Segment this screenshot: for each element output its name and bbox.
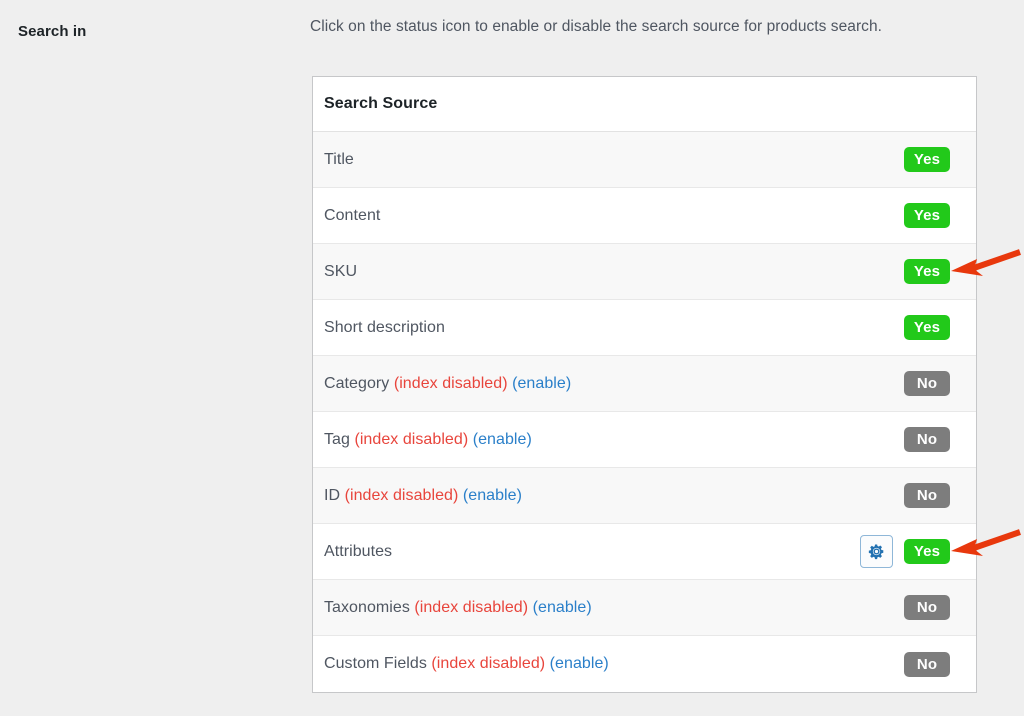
index-disabled-note: (index disabled)	[393, 374, 508, 392]
status-badge[interactable]: Yes	[904, 259, 950, 284]
row-actions: Yes	[904, 315, 976, 340]
search-source-name: Content	[313, 207, 904, 225]
source-label-text: SKU	[324, 262, 358, 280]
table-row: ID (index disabled) (enable) No	[313, 468, 976, 524]
column-header-search-source: Search Source	[324, 95, 438, 112]
source-label-text: Taxonomies	[324, 598, 410, 616]
row-actions: Yes	[860, 535, 976, 568]
table-row: Short description Yes	[313, 300, 976, 356]
table-header-row: Search Source	[313, 77, 976, 132]
table-row: Custom Fields (index disabled) (enable) N…	[313, 636, 976, 692]
status-badge[interactable]: No	[904, 651, 950, 677]
search-source-name: Category (index disabled) (enable)	[313, 375, 904, 393]
status-badge[interactable]: No	[904, 427, 950, 452]
status-badge[interactable]: No	[904, 483, 950, 508]
search-source-name: Taxonomies (index disabled) (enable)	[313, 599, 904, 617]
source-label-text: Tag	[324, 430, 350, 448]
enable-index-link[interactable]: (enable)	[512, 375, 571, 392]
source-label-text: Attributes	[324, 542, 393, 560]
status-badge[interactable]: Yes	[904, 315, 950, 340]
status-badge[interactable]: No	[904, 595, 950, 620]
index-disabled-note: (index disabled)	[344, 486, 459, 504]
row-actions: No	[904, 595, 976, 620]
row-actions: No	[904, 483, 976, 508]
row-actions: Yes	[904, 203, 976, 228]
index-disabled-note: (index disabled)	[414, 598, 529, 616]
source-label-text: Custom Fields	[324, 655, 427, 672]
source-label-text: Short description	[324, 318, 445, 336]
search-source-name: Attributes	[313, 543, 860, 561]
source-label-text: Content	[324, 206, 381, 224]
table-row: Tag (index disabled) (enable) No	[313, 412, 976, 468]
status-badge[interactable]: Yes	[904, 539, 950, 564]
row-actions: Yes	[904, 259, 976, 284]
table-row: Taxonomies (index disabled) (enable) No	[313, 580, 976, 636]
status-badge[interactable]: Yes	[904, 203, 950, 228]
row-actions: Yes	[904, 147, 976, 172]
source-label-text: Title	[324, 150, 354, 168]
search-source-name: Title	[313, 151, 904, 169]
section-description: Click on the status icon to enable or di…	[310, 18, 882, 35]
enable-index-link[interactable]: (enable)	[463, 487, 522, 504]
index-disabled-note: (index disabled)	[354, 430, 469, 448]
enable-index-link[interactable]: (enable)	[550, 655, 609, 672]
enable-index-link[interactable]: (enable)	[533, 599, 592, 616]
search-source-name: Short description	[313, 319, 904, 337]
table-row: Attributes Yes	[313, 524, 976, 580]
search-source-name: ID (index disabled) (enable)	[313, 487, 904, 505]
page-section-label: Search in	[18, 23, 87, 40]
table-row: Content Yes	[313, 188, 976, 244]
search-source-name: SKU	[313, 263, 904, 281]
search-source-name: Tag (index disabled) (enable)	[313, 431, 904, 449]
table-row: Category (index disabled) (enable) No	[313, 356, 976, 412]
source-label-text: Category	[324, 374, 390, 392]
row-actions: No	[904, 651, 976, 677]
table-row: SKU Yes	[313, 244, 976, 300]
source-label-text: ID	[324, 486, 341, 504]
enable-index-link[interactable]: (enable)	[473, 431, 532, 448]
search-source-name: Custom Fields (index disabled) (enable)	[313, 655, 904, 673]
gear-icon	[868, 543, 885, 560]
search-source-table: Search Source Title Yes Content Yes SKU Yes Sh…	[312, 76, 977, 693]
status-badge[interactable]: No	[904, 371, 950, 396]
index-disabled-note: (index disabled)	[431, 655, 546, 672]
row-actions: No	[904, 427, 976, 452]
table-row: Title Yes	[313, 132, 976, 188]
status-badge[interactable]: Yes	[904, 147, 950, 172]
table-body: Title Yes Content Yes SKU Yes Short descriptio…	[313, 132, 976, 692]
row-actions: No	[904, 371, 976, 396]
attributes-settings-button[interactable]	[860, 535, 893, 568]
